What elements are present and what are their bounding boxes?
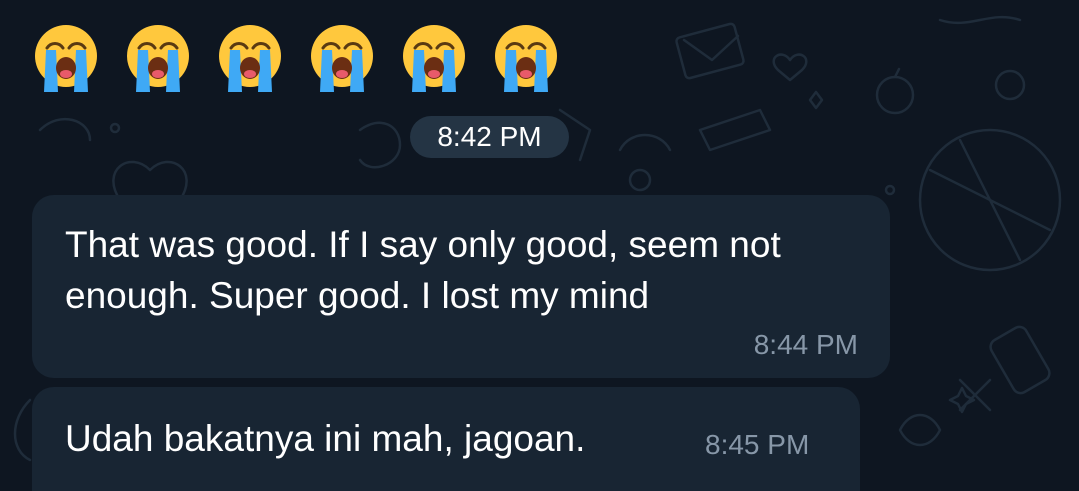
message-bubble[interactable]: Udah bakatnya ini mah, jagoan. 8:45 PM (32, 387, 860, 491)
loudly-crying-face-emoji (35, 25, 97, 92)
loudly-crying-face-emoji (127, 25, 189, 92)
loudly-crying-face-emoji (219, 25, 281, 92)
loudly-crying-face-emoji (403, 25, 465, 92)
message-text: Udah bakatnya ini mah, jagoan. (65, 418, 586, 459)
loudly-crying-face-emoji (311, 25, 373, 92)
message-bubble[interactable]: That was good. If I say only good, seem … (32, 195, 890, 378)
message-time: 8:45 PM (705, 429, 810, 460)
loudly-crying-face-emoji (495, 25, 557, 92)
emoji-message-time-badge: 8:42 PM (410, 116, 569, 158)
emoji-message[interactable] (33, 22, 559, 96)
message-text: That was good. If I say only good, seem … (65, 224, 781, 316)
message-time: 8:44 PM (753, 329, 858, 360)
